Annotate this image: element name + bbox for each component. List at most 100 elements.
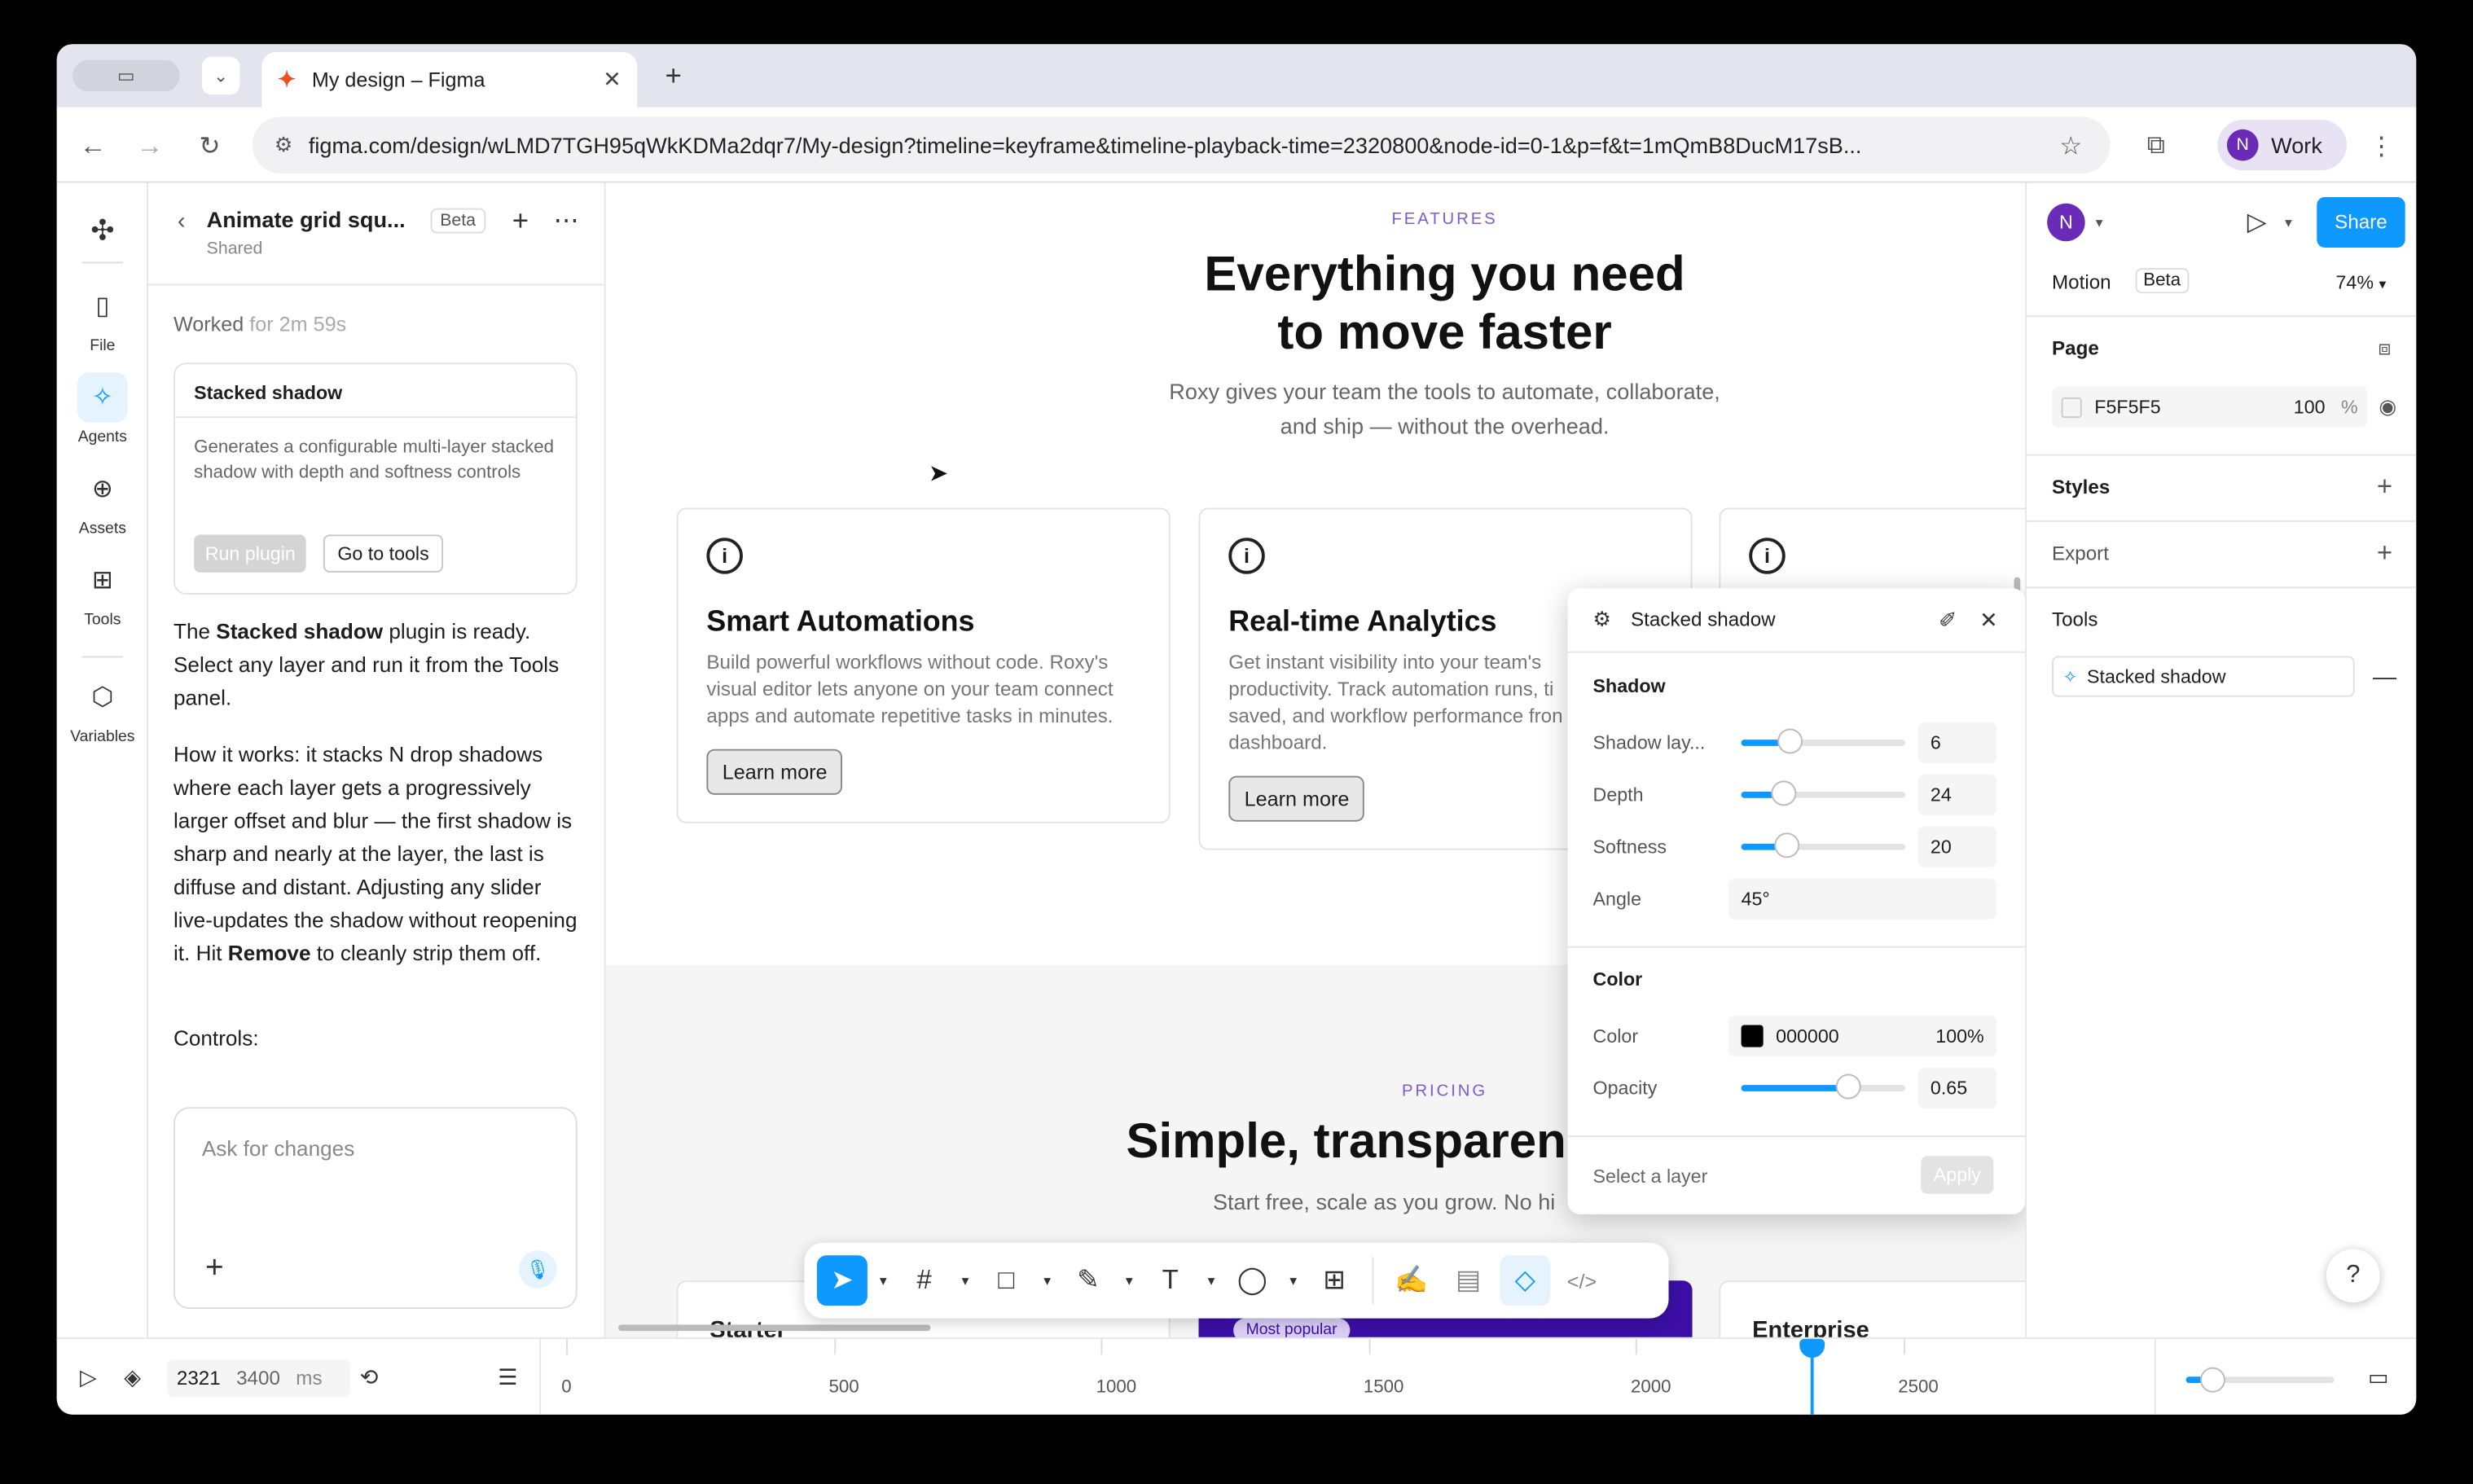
timeline-panel-toggle-icon[interactable]: ▭ bbox=[2362, 1361, 2394, 1393]
assets-icon: ⊕ bbox=[91, 476, 113, 503]
rail-item-assets[interactable]: ⊕ Assets bbox=[57, 463, 148, 538]
reload-icon[interactable]: ↻ bbox=[192, 130, 227, 165]
site-settings-icon[interactable]: ⚙ bbox=[275, 133, 293, 158]
forward-icon[interactable]: → bbox=[133, 130, 168, 165]
feature-card-automations[interactable]: i Smart Automations Build powerful workf… bbox=[676, 507, 1171, 823]
move-tool-chevron-icon[interactable]: ▾ bbox=[874, 1255, 893, 1306]
add-export-icon[interactable]: + bbox=[2370, 538, 2399, 569]
tab-groups-icon[interactable]: ▭ bbox=[72, 59, 180, 92]
playhead-handle[interactable] bbox=[1799, 1338, 1825, 1359]
softness-slider[interactable] bbox=[1741, 834, 1905, 857]
text-tool-chevron-icon[interactable]: ▾ bbox=[1201, 1255, 1220, 1306]
move-tool-icon[interactable]: ➤ bbox=[816, 1255, 868, 1306]
run-plugin-button[interactable]: Run plugin bbox=[194, 534, 307, 573]
back-icon[interactable]: ← bbox=[76, 130, 111, 165]
timeline-ruler[interactable]: 0 500 1000 1500 2000 2500 bbox=[539, 1338, 2155, 1415]
zoom-dropdown[interactable]: 74% ▾ bbox=[2336, 271, 2387, 293]
share-button[interactable]: Share bbox=[2317, 197, 2405, 248]
visibility-eye-icon[interactable]: ◉ bbox=[2374, 391, 2402, 423]
canvas-horizontal-scrollbar[interactable] bbox=[617, 1324, 931, 1332]
time-readout[interactable]: 2321 3400 ms bbox=[167, 1359, 350, 1398]
comment-tool-icon[interactable]: ◯ bbox=[1227, 1255, 1277, 1306]
opacity-slider[interactable] bbox=[1741, 1075, 1905, 1098]
rail-item-tools[interactable]: ⊞ Tools bbox=[57, 555, 148, 630]
back-chevron-icon[interactable]: ‹ bbox=[167, 205, 195, 237]
new-chat-icon[interactable]: + bbox=[505, 204, 537, 237]
help-icon[interactable]: ? bbox=[2326, 1249, 2380, 1303]
loop-icon[interactable]: ⟲ bbox=[354, 1361, 385, 1393]
magic-wand-icon[interactable]: ✐ bbox=[1934, 606, 1962, 634]
learn-more-button[interactable]: Learn more bbox=[706, 749, 843, 795]
playhead[interactable] bbox=[1799, 1338, 1825, 1415]
angle-input[interactable]: 45° bbox=[1728, 878, 1997, 920]
url-field[interactable]: ⚙ figma.com/design/wLMD7TGH95qWkKDMa2dqr… bbox=[252, 116, 2111, 173]
timeline-zoom-slider[interactable] bbox=[2185, 1368, 2335, 1391]
depth-value[interactable]: 24 bbox=[1917, 774, 1997, 816]
attach-plus-icon[interactable]: + bbox=[197, 1249, 232, 1285]
extensions-icon[interactable]: ⧉ bbox=[2138, 130, 2173, 165]
keyframe-icon[interactable]: ◈ bbox=[116, 1361, 148, 1393]
shadow-layers-value[interactable]: 6 bbox=[1917, 722, 1997, 764]
rail-item-variables[interactable]: ⬡ Variables bbox=[57, 672, 148, 746]
tab-search-icon[interactable]: ⌄ bbox=[201, 56, 240, 95]
tab-figma[interactable]: ✦ My design – Figma ✕ bbox=[261, 51, 638, 108]
pen-tool-chevron-icon[interactable]: ▾ bbox=[1120, 1255, 1139, 1306]
go-to-tools-button[interactable]: Go to tools bbox=[323, 534, 444, 573]
dev-mode-icon[interactable]: </> bbox=[1557, 1255, 1607, 1306]
learn-more-button[interactable]: Learn more bbox=[1228, 775, 1365, 822]
plan-title: Enterprise bbox=[1752, 1316, 1869, 1337]
browser-menu-icon[interactable]: ⋮ bbox=[2365, 130, 2397, 165]
color-swatch[interactable] bbox=[1741, 1025, 1764, 1047]
bookmark-star-icon[interactable]: ☆ bbox=[2054, 130, 2089, 165]
plugin-title: Stacked shadow bbox=[1631, 608, 1776, 631]
frame-tool-icon[interactable]: # bbox=[899, 1255, 950, 1306]
agent-message-2: How it works: it stacks N drop shadows w… bbox=[174, 738, 578, 970]
text-tool-icon[interactable]: T bbox=[1145, 1255, 1196, 1306]
rail-item-file[interactable]: ▯ File bbox=[57, 281, 148, 355]
softness-value[interactable]: 20 bbox=[1917, 826, 1997, 867]
design-mode-icon[interactable]: ▤ bbox=[1443, 1255, 1494, 1306]
actions-icon[interactable]: ⊞ bbox=[1309, 1255, 1359, 1306]
profile-avatar: N bbox=[2226, 129, 2259, 161]
present-play-icon[interactable]: ▷ bbox=[2241, 205, 2273, 240]
microphone-icon[interactable]: 🎙 bbox=[519, 1250, 557, 1289]
info-icon: i bbox=[706, 538, 743, 574]
timeline-settings-icon[interactable]: ☰ bbox=[492, 1361, 524, 1393]
play-icon[interactable]: ▷ bbox=[72, 1361, 104, 1393]
user-avatar[interactable]: N bbox=[2047, 203, 2085, 242]
figma-menu[interactable]: ✣ bbox=[57, 205, 148, 262]
page-settings-icon[interactable]: ⧈ bbox=[2370, 334, 2399, 362]
add-style-icon[interactable]: + bbox=[2370, 472, 2399, 503]
profile-button[interactable]: N Work bbox=[2217, 120, 2348, 171]
shape-tool-chevron-icon[interactable]: ▾ bbox=[1038, 1255, 1056, 1306]
depth-slider[interactable] bbox=[1741, 782, 1905, 805]
apply-button[interactable]: Apply bbox=[1921, 1156, 1994, 1194]
draw-mode-icon[interactable]: ✍ bbox=[1386, 1255, 1437, 1306]
beta-badge: Beta bbox=[430, 208, 485, 234]
color-input[interactable]: 000000 100% bbox=[1728, 1015, 1997, 1057]
close-tab-icon[interactable]: ✕ bbox=[603, 66, 622, 93]
page-opacity: 100 bbox=[2293, 395, 2326, 419]
rail-item-agents[interactable]: ✧ Agents bbox=[57, 371, 148, 446]
pen-tool-icon[interactable]: ✎ bbox=[1063, 1255, 1114, 1306]
page-color-swatch[interactable] bbox=[2061, 396, 2082, 418]
chat-input-box[interactable]: Ask for changes + 🎙 bbox=[173, 1107, 578, 1310]
rectangle-tool-icon[interactable]: □ bbox=[981, 1255, 1031, 1306]
present-chevron-icon[interactable]: ▾ bbox=[2279, 209, 2298, 237]
avatar-chevron-icon[interactable]: ▾ bbox=[2089, 209, 2108, 237]
opacity-value[interactable]: 0.65 bbox=[1917, 1067, 1997, 1109]
shadow-layers-row: Shadow lay... 6 bbox=[1593, 722, 2003, 764]
shadow-layers-slider[interactable] bbox=[1741, 730, 1905, 753]
rail-item-label: Assets bbox=[78, 520, 126, 538]
more-icon[interactable]: ⋯ bbox=[549, 205, 584, 237]
close-plugin-icon[interactable]: ✕ bbox=[1974, 606, 2003, 634]
motion-mode-icon[interactable]: ◇ bbox=[1500, 1255, 1551, 1306]
tool-item-stacked-shadow[interactable]: ✧ Stacked shadow bbox=[2051, 656, 2355, 697]
plan-card-enterprise[interactable]: Enterprise bbox=[1719, 1280, 2026, 1337]
features-headline: Everything you need to move faster bbox=[606, 244, 2026, 361]
frame-tool-chevron-icon[interactable]: ▾ bbox=[955, 1255, 974, 1306]
page-color-input[interactable]: F5F5F5 100 % bbox=[2051, 386, 2368, 428]
comment-tool-chevron-icon[interactable]: ▾ bbox=[1284, 1255, 1302, 1306]
remove-tool-icon[interactable]: — bbox=[2370, 661, 2399, 692]
new-tab-icon[interactable]: + bbox=[656, 59, 691, 94]
